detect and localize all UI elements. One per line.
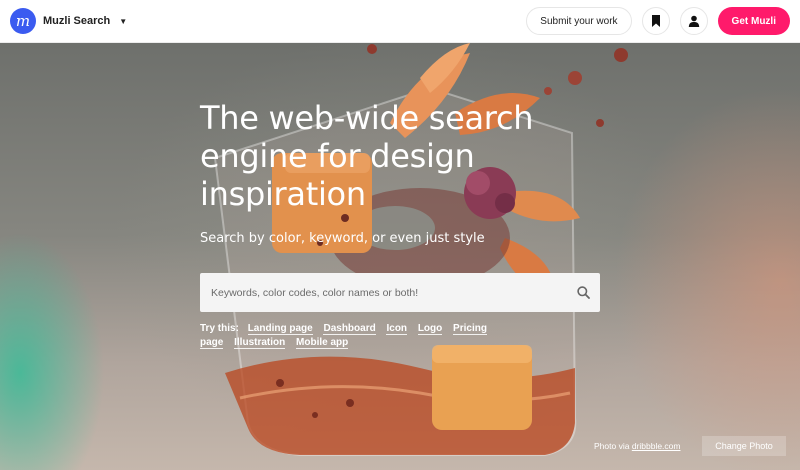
hero-section: The web-wide search engine for design in… [0,43,800,470]
suggestions-label: Try this: [200,323,239,334]
suggestion-icon[interactable]: Icon [386,323,408,335]
hero-title: The web-wide search engine for design in… [200,99,534,213]
bookmark-icon [651,15,660,27]
suggestion-logo[interactable]: Logo [417,323,443,335]
search-icon [576,286,590,299]
top-navbar: m Muzli Search ▼ Submit your work Get Mu… [0,0,800,43]
muzli-logo: m [10,8,36,34]
search-bar [200,273,600,312]
nav-actions: Submit your work Get Muzli [526,7,790,35]
suggestion-dashboard[interactable]: Dashboard [323,323,376,335]
suggestion-mobile-app[interactable]: Mobile app [296,337,349,349]
suggestion-landing-page[interactable]: Landing page [247,323,313,335]
search-input[interactable] [200,273,566,312]
search-button[interactable] [566,273,600,312]
brand-name: Muzli Search [43,15,111,27]
submit-work-button[interactable]: Submit your work [526,7,632,35]
suggestion-illustration[interactable]: Illustration [234,337,286,349]
photo-credit-link[interactable]: dribbble.com [632,441,681,451]
hero-subtitle: Search by color, keyword, or even just s… [200,231,485,246]
user-icon [688,15,699,27]
get-muzli-button[interactable]: Get Muzli [717,7,790,35]
photo-credit: Photo via dribbble.com [594,441,680,451]
change-photo-button[interactable]: Change Photo [702,436,786,456]
chevron-down-icon: ▼ [119,16,128,26]
account-button[interactable] [679,7,708,35]
brand-menu[interactable]: m Muzli Search ▼ [10,8,127,34]
bookmarks-button[interactable] [641,7,670,35]
search-suggestions: Try this: Landing page Dashboard Icon Lo… [200,322,500,350]
photo-credit-prefix: Photo via [594,441,632,451]
